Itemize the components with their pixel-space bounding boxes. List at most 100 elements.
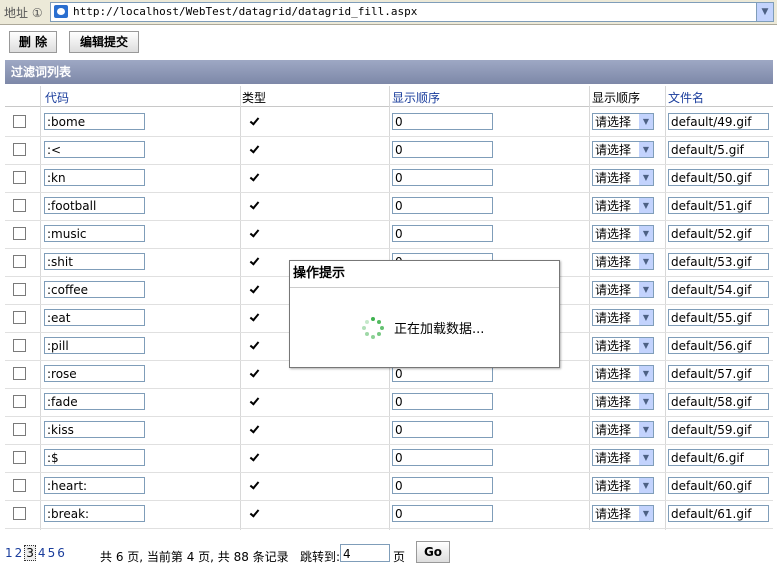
type-checkbox[interactable]	[248, 171, 261, 184]
display-order-select[interactable]: 请选择 ▼	[592, 197, 654, 214]
chevron-down-icon[interactable]: ▼	[639, 338, 653, 353]
chevron-down-icon[interactable]: ▼	[639, 226, 653, 241]
edit-submit-button[interactable]: 编辑提交	[69, 31, 139, 53]
row-select-checkbox[interactable]	[13, 255, 26, 268]
code-input[interactable]: :<	[44, 141, 145, 158]
filename-input[interactable]: default/59.gif	[668, 421, 769, 438]
code-input[interactable]: :fade	[44, 393, 145, 410]
display-order-select[interactable]: 请选择 ▼	[592, 505, 654, 522]
code-input[interactable]: :football	[44, 197, 145, 214]
code-input[interactable]: :break:	[44, 505, 145, 522]
row-select-checkbox[interactable]	[13, 367, 26, 380]
row-select-checkbox[interactable]	[13, 115, 26, 128]
display-order-input[interactable]: 0	[392, 477, 493, 494]
type-checkbox[interactable]	[248, 423, 261, 436]
display-order-input[interactable]: 0	[392, 197, 493, 214]
page-link[interactable]: 1	[5, 546, 13, 560]
row-select-checkbox[interactable]	[13, 423, 26, 436]
filename-input[interactable]: default/51.gif	[668, 197, 769, 214]
chevron-down-icon[interactable]: ▼	[639, 254, 653, 269]
chevron-down-icon[interactable]: ▼	[639, 310, 653, 325]
display-order-input[interactable]: 0	[392, 421, 493, 438]
page-link[interactable]: 6	[57, 546, 65, 560]
chevron-down-icon[interactable]: ▼	[639, 282, 653, 297]
chevron-down-icon[interactable]: ▼	[639, 394, 653, 409]
type-checkbox[interactable]	[248, 255, 261, 268]
filename-input[interactable]: default/6.gif	[668, 449, 769, 466]
code-input[interactable]: :bome	[44, 113, 145, 130]
address-input[interactable]: http://localhost/WebTest/datagrid/datagr…	[50, 2, 774, 22]
page-link[interactable]: 4	[38, 546, 46, 560]
display-order-select[interactable]: 请选择 ▼	[592, 169, 654, 186]
chevron-down-icon[interactable]: ▼	[639, 198, 653, 213]
filename-input[interactable]: default/56.gif	[668, 337, 769, 354]
display-order-select[interactable]: 请选择 ▼	[592, 281, 654, 298]
code-input[interactable]: :kiss	[44, 421, 145, 438]
filename-input[interactable]: default/55.gif	[668, 309, 769, 326]
code-input[interactable]: :heart:	[44, 477, 145, 494]
page-link-current[interactable]: 3	[24, 545, 36, 561]
display-order-input[interactable]: 0	[392, 505, 493, 522]
row-select-checkbox[interactable]	[13, 395, 26, 408]
display-order-select[interactable]: 请选择 ▼	[592, 337, 654, 354]
filename-input[interactable]: default/52.gif	[668, 225, 769, 242]
chevron-down-icon[interactable]: ▼	[639, 478, 653, 493]
chevron-down-icon[interactable]: ▼	[639, 114, 653, 129]
header-code[interactable]: 代码	[45, 89, 69, 106]
chevron-down-icon[interactable]: ▼	[639, 366, 653, 381]
display-order-select[interactable]: 请选择 ▼	[592, 253, 654, 270]
row-select-checkbox[interactable]	[13, 451, 26, 464]
type-checkbox[interactable]	[248, 143, 261, 156]
row-select-checkbox[interactable]	[13, 339, 26, 352]
filename-input[interactable]: default/61.gif	[668, 505, 769, 522]
chevron-down-icon[interactable]: ▼	[639, 506, 653, 521]
type-checkbox[interactable]	[248, 339, 261, 352]
type-checkbox[interactable]	[248, 367, 261, 380]
code-input[interactable]: :shit	[44, 253, 145, 270]
go-button[interactable]: Go	[416, 541, 450, 563]
header-display-order[interactable]: 显示顺序	[392, 89, 440, 106]
filename-input[interactable]: default/60.gif	[668, 477, 769, 494]
page-link[interactable]: 5	[48, 546, 56, 560]
display-order-input[interactable]: 0	[392, 169, 493, 186]
display-order-input[interactable]: 0	[392, 141, 493, 158]
display-order-input[interactable]: 0	[392, 113, 493, 130]
type-checkbox[interactable]	[248, 311, 261, 324]
code-input[interactable]: :rose	[44, 365, 145, 382]
chevron-down-icon[interactable]: ▼	[639, 450, 653, 465]
filename-input[interactable]: default/53.gif	[668, 253, 769, 270]
display-order-input[interactable]: 0	[392, 225, 493, 242]
delete-button[interactable]: 删 除	[9, 31, 57, 53]
code-input[interactable]: :music	[44, 225, 145, 242]
row-select-checkbox[interactable]	[13, 143, 26, 156]
display-order-select[interactable]: 请选择 ▼	[592, 393, 654, 410]
type-checkbox[interactable]	[248, 451, 261, 464]
display-order-select[interactable]: 请选择 ▼	[592, 365, 654, 382]
display-order-input[interactable]: 0	[392, 393, 493, 410]
chevron-down-icon[interactable]: ▼	[639, 142, 653, 157]
code-input[interactable]: :kn	[44, 169, 145, 186]
type-checkbox[interactable]	[248, 395, 261, 408]
jump-page-input[interactable]: 4	[340, 544, 390, 562]
filename-input[interactable]: default/50.gif	[668, 169, 769, 186]
type-checkbox[interactable]	[248, 507, 261, 520]
type-checkbox[interactable]	[248, 199, 261, 212]
filename-input[interactable]: default/57.gif	[668, 365, 769, 382]
display-order-select[interactable]: 请选择 ▼	[592, 309, 654, 326]
filename-input[interactable]: default/54.gif	[668, 281, 769, 298]
chevron-down-icon[interactable]: ▼	[756, 3, 773, 21]
filename-input[interactable]: default/58.gif	[668, 393, 769, 410]
display-order-select[interactable]: 请选择 ▼	[592, 449, 654, 466]
filename-input[interactable]: default/5.gif	[668, 141, 769, 158]
type-checkbox[interactable]	[248, 479, 261, 492]
page-link[interactable]: 2	[15, 546, 23, 560]
row-select-checkbox[interactable]	[13, 283, 26, 296]
display-order-select[interactable]: 请选择 ▼	[592, 477, 654, 494]
filename-input[interactable]: default/49.gif	[668, 113, 769, 130]
type-checkbox[interactable]	[248, 283, 261, 296]
row-select-checkbox[interactable]	[13, 311, 26, 324]
row-select-checkbox[interactable]	[13, 507, 26, 520]
chevron-down-icon[interactable]: ▼	[639, 170, 653, 185]
display-order-select[interactable]: 请选择 ▼	[592, 421, 654, 438]
display-order-select[interactable]: 请选择 ▼	[592, 225, 654, 242]
